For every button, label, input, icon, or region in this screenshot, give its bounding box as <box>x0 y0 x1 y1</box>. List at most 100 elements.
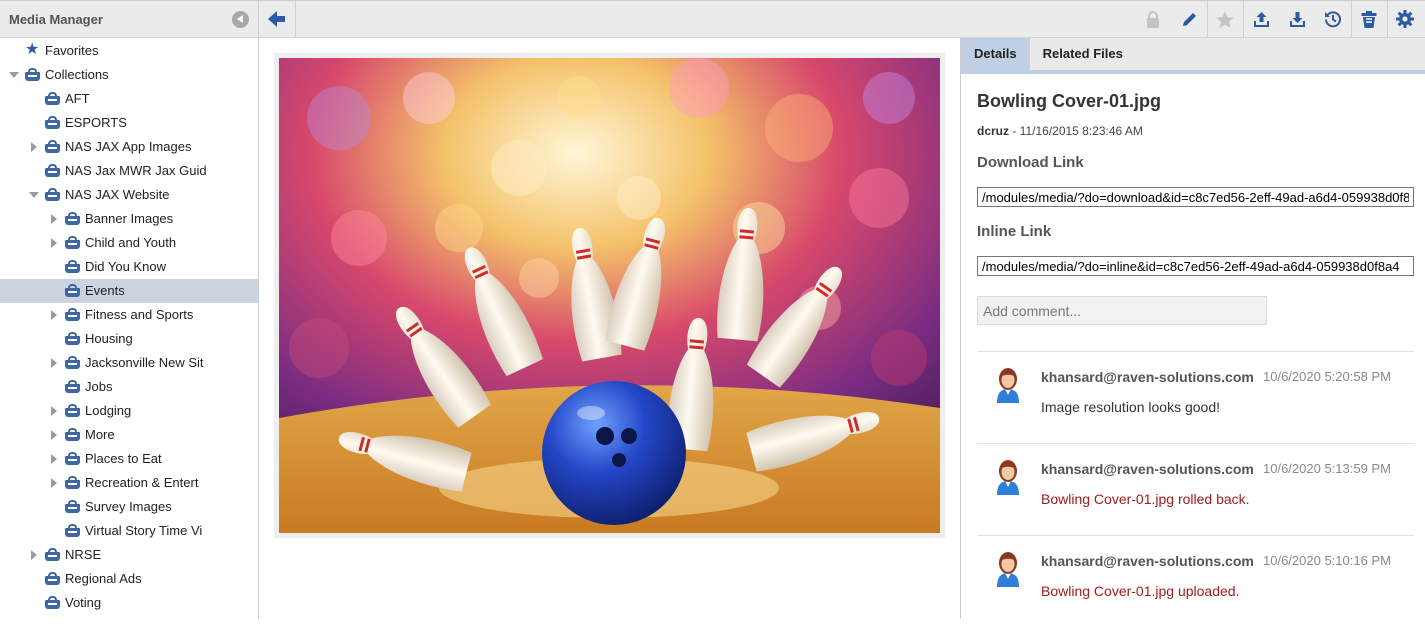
basket-icon <box>45 164 60 177</box>
file-date: - 11/16/2015 8:23:46 AM <box>1009 124 1143 138</box>
basket-icon <box>65 284 80 297</box>
tree-item[interactable]: Events <box>0 279 258 303</box>
tree-item-label: NAS JAX App Images <box>65 139 192 154</box>
history-icon[interactable] <box>1323 9 1343 29</box>
tree-item[interactable]: Virtual Story Time Vi <box>0 519 258 543</box>
inline-link-heading: Inline Link <box>977 223 1052 240</box>
tree-item[interactable]: Recreation & Entert <box>0 471 258 495</box>
collapsed-arrow-icon[interactable] <box>49 214 59 224</box>
collapsed-arrow-icon[interactable] <box>49 358 59 368</box>
collapsed-arrow-icon[interactable] <box>49 406 59 416</box>
sidebar-title: Media Manager <box>9 11 103 27</box>
collapsed-arrow-icon[interactable] <box>49 454 59 464</box>
toolbar-divider <box>1387 1 1388 38</box>
tree-item[interactable]: Did You Know <box>0 255 258 279</box>
comment-time: 10/6/2020 5:10:16 PM <box>1263 553 1391 568</box>
tree-item[interactable]: ★ Favorites <box>0 39 258 63</box>
tree-item-label: Jobs <box>85 379 113 394</box>
avatar <box>993 551 1023 587</box>
basket-icon <box>65 404 80 417</box>
basket-icon <box>25 68 40 81</box>
basket-icon <box>65 428 80 441</box>
tree-item[interactable]: Banner Images <box>0 207 258 231</box>
tree-item[interactable]: Voting <box>0 591 258 615</box>
media-preview-image[interactable] <box>279 58 940 533</box>
trash-icon[interactable] <box>1359 9 1379 29</box>
collapsed-arrow-icon[interactable] <box>29 142 39 152</box>
basket-icon <box>65 452 80 465</box>
tree-item-label: Jacksonville New Sit <box>85 355 204 370</box>
download-icon[interactable] <box>1287 9 1307 29</box>
file-meta: dcruz - 11/16/2015 8:23:46 AM <box>977 124 1143 138</box>
tree-item[interactable]: Child and Youth <box>0 231 258 255</box>
toolbar-divider <box>1207 1 1208 38</box>
expanded-arrow-icon[interactable] <box>29 190 39 200</box>
download-link-field[interactable] <box>977 187 1414 207</box>
inline-link-field[interactable] <box>977 256 1414 276</box>
basket-icon <box>65 260 80 273</box>
collapsed-arrow-icon[interactable] <box>49 478 59 488</box>
star-icon: ★ <box>25 41 40 58</box>
basket-icon <box>45 116 60 129</box>
tree-item[interactable]: Collections <box>0 63 258 87</box>
expanded-arrow-icon[interactable] <box>9 70 19 80</box>
tree-item-label: Voting <box>65 595 102 610</box>
tree-item-label: More <box>85 427 115 442</box>
tab-related-files[interactable]: Related Files <box>1030 38 1136 70</box>
tab-details[interactable]: Details <box>961 38 1030 70</box>
tree-item[interactable]: Fitness and Sports <box>0 303 258 327</box>
gear-icon[interactable] <box>1395 9 1415 29</box>
tree-item[interactable]: Jacksonville New Sit <box>0 351 258 375</box>
basket-icon <box>65 356 80 369</box>
tree-item[interactable]: NAS JAX Website <box>0 183 258 207</box>
tree-item[interactable]: Lodging <box>0 399 258 423</box>
tree-item[interactable]: ESPORTS <box>0 111 258 135</box>
image-frame <box>274 53 945 538</box>
collapsed-arrow-icon[interactable] <box>29 550 39 560</box>
tree-item[interactable]: NAS JAX App Images <box>0 135 258 159</box>
basket-icon <box>65 500 80 513</box>
toolbar <box>259 0 1425 38</box>
collapse-sidebar-icon[interactable] <box>232 10 249 28</box>
comment-time: 10/6/2020 5:13:59 PM <box>1263 461 1391 476</box>
collapsed-arrow-icon[interactable] <box>49 430 59 440</box>
comment-text: Image resolution looks good! <box>1041 399 1220 415</box>
upload-icon[interactable] <box>1251 9 1271 29</box>
lock-icon[interactable] <box>1143 9 1163 29</box>
tree-item-label: Lodging <box>85 403 132 418</box>
collapsed-arrow-icon[interactable] <box>49 310 59 320</box>
pencil-icon[interactable] <box>1179 9 1199 29</box>
tree-item[interactable]: Places to Eat <box>0 447 258 471</box>
tree-item-label: Did You Know <box>85 259 166 274</box>
tree-item[interactable]: Regional Ads <box>0 567 258 591</box>
back-arrow-icon[interactable] <box>268 11 286 27</box>
tree-item[interactable]: Jobs <box>0 375 258 399</box>
tree-item[interactable]: AFT <box>0 87 258 111</box>
tree-item[interactable]: NRSE <box>0 543 258 567</box>
tree-item[interactable]: Housing <box>0 327 258 351</box>
tree-item-label: Recreation & Entert <box>85 475 199 490</box>
comment-input[interactable] <box>977 296 1267 325</box>
comment-time: 10/6/2020 5:20:58 PM <box>1263 369 1391 384</box>
avatar <box>993 367 1023 403</box>
details-panel: Details Related Files Bowling Cover-01.j… <box>960 38 1425 619</box>
star-icon[interactable] <box>1215 9 1235 29</box>
basket-icon <box>65 524 80 537</box>
tree-item[interactable]: More <box>0 423 258 447</box>
collapsed-arrow-icon[interactable] <box>49 238 59 248</box>
tree-item-label: Survey Images <box>85 499 172 514</box>
tree-item[interactable]: Survey Images <box>0 495 258 519</box>
comment-text: Bowling Cover-01.jpg rolled back. <box>1041 491 1250 507</box>
comment-item: khansard@raven-solutions.com 10/6/2020 5:… <box>977 443 1414 535</box>
file-author: dcruz <box>977 124 1010 138</box>
tree-item-label: Child and Youth <box>85 235 177 250</box>
comment-user: khansard@raven-solutions.com <box>1041 461 1254 477</box>
basket-icon <box>45 596 60 609</box>
tree-item[interactable]: NAS Jax MWR Jax Guid <box>0 159 258 183</box>
details-tabs: Details Related Files <box>961 38 1425 74</box>
basket-icon <box>65 332 80 345</box>
comment-text: Bowling Cover-01.jpg uploaded. <box>1041 583 1240 599</box>
tree-item-label: ESPORTS <box>65 115 127 130</box>
basket-icon <box>45 572 60 585</box>
preview-pane <box>259 38 960 619</box>
